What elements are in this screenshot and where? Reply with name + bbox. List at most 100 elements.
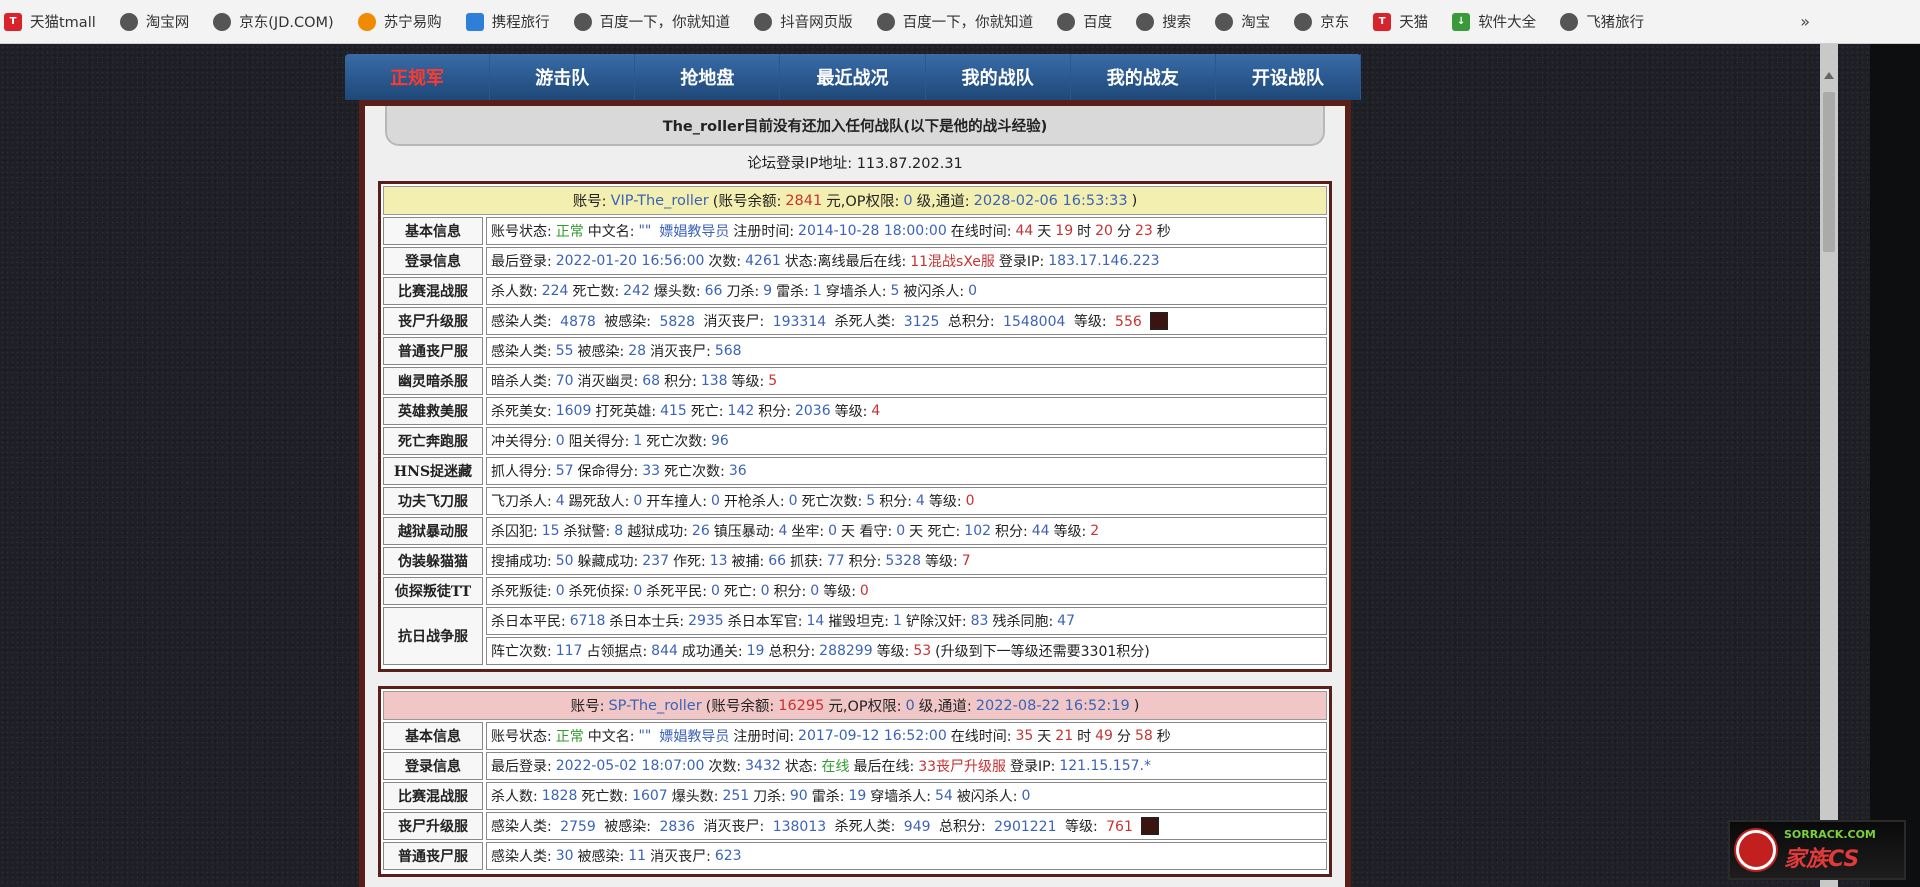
bookmark-label: 百度一下，你就知道 bbox=[902, 15, 1034, 31]
login-count-label: 次数: bbox=[708, 759, 742, 775]
basic-cn-quote: "" bbox=[638, 728, 652, 744]
scroll-thumb[interactable] bbox=[1823, 92, 1835, 252]
row-cells: 杀囚犯: 15 杀狱警: 8 越狱成功: 26 镇压暴动: 4 坐牢: 0天 看… bbox=[486, 517, 1327, 545]
forum-ip-value: 113.87.202.31 bbox=[856, 156, 963, 172]
bookmark-item[interactable]: 淘宝网 bbox=[119, 11, 190, 32]
stat-cell: 抓人得分: 57 保命得分: 33 死亡次数: 36 bbox=[486, 457, 1327, 485]
row-cells: 感染人类: 30 被感染: 11 消灭丧尸: 623 bbox=[486, 842, 1327, 870]
row-label: 比赛混战服 bbox=[383, 277, 483, 305]
header-op: 0 bbox=[903, 192, 913, 209]
basic-cn-label: 中文名: bbox=[587, 729, 635, 745]
basic-reg-label: 注册时间: bbox=[733, 729, 795, 745]
login-login-ip: 121.15.157.* bbox=[1059, 758, 1151, 774]
bookmark-item[interactable]: 苏宁易购 bbox=[357, 11, 442, 32]
online-minutes: 20 bbox=[1095, 223, 1113, 239]
stat-cell: 飞刀杀人: 4 踢死敌人: 0 开车撞人: 0 开枪杀人: 0 死亡次数: 5 … bbox=[486, 487, 1327, 515]
nav-tab[interactable]: 抢地盘 bbox=[635, 54, 781, 100]
stat-cell: 暗杀人类: 70 消灭幽灵: 68 积分: 138 等级: 5 bbox=[486, 367, 1327, 395]
row-cells: 杀死叛徒: 0 杀死侦探: 0 杀死平民: 0 死亡: 0 积分: 0 等级: … bbox=[486, 577, 1327, 605]
header-op-unit: 级, bbox=[918, 699, 938, 715]
basic-reg: 2014-10-28 18:00:00 bbox=[798, 223, 947, 239]
stat-text: 感染人类: 2759 被感染: 2836 消灭丧尸: 138013 杀死人类: … bbox=[491, 819, 1133, 835]
bookmark-label: 天猫 bbox=[1399, 15, 1429, 31]
row-cells: 杀人数: 1828 死亡数: 1607 爆头数: 251 刀杀: 90 雷杀: … bbox=[486, 782, 1327, 810]
stat-cell: 冲关得分: 0 阻关得分: 1 死亡次数: 96 bbox=[486, 427, 1327, 455]
tmall-icon: T bbox=[4, 12, 22, 31]
row-cells: 抓人得分: 57 保命得分: 33 死亡次数: 36 bbox=[486, 457, 1327, 485]
nav-tab[interactable]: 正规军 bbox=[345, 54, 491, 100]
row-label: 幽灵暗杀服 bbox=[383, 367, 483, 395]
time-unit: 时 bbox=[1077, 729, 1092, 745]
bookmarks-more-button[interactable]: » bbox=[1800, 12, 1810, 31]
row-cells: 杀死美女: 1609 打死英雄: 415 死亡: 142 积分: 2036 等级… bbox=[486, 397, 1327, 425]
bookmark-item[interactable]: 抖音网页版 bbox=[754, 11, 853, 32]
suning-icon bbox=[357, 12, 376, 31]
scrollbar[interactable] bbox=[1820, 44, 1838, 887]
bookmark-item[interactable]: 京东 bbox=[1294, 11, 1349, 32]
account-vip: 账号: VIP-The_roller (账号余额: 2841 元, OP权限: 0 级, 通道:… bbox=[378, 181, 1332, 672]
account-header: 账号: SP-The_roller (账号余额: 16295 元, OP权限: 0 级, 通道:… bbox=[383, 691, 1327, 720]
login-last-label: 最后登录: bbox=[491, 759, 552, 775]
nav-tab[interactable]: 我的战友 bbox=[1071, 54, 1216, 100]
bookmark-item[interactable]: 搜索 bbox=[1136, 11, 1191, 32]
login-last: 2022-01-20 16:56:00 bbox=[555, 253, 705, 269]
header-op-unit: 级, bbox=[916, 194, 936, 210]
row-label: 侦探叛徒TT bbox=[383, 577, 483, 605]
bookmark-label: 淘宝网 bbox=[145, 15, 190, 31]
nav-tab[interactable]: 最近战况 bbox=[780, 54, 926, 100]
login-count-label: 次数: bbox=[708, 254, 742, 270]
basic-cn: 嫖娼教导员 bbox=[659, 224, 730, 240]
row-cells: 感染人类: 55 被感染: 28 消灭丧尸: 568 bbox=[486, 337, 1327, 365]
login-count: 3432 bbox=[745, 758, 781, 774]
bookmark-label: 京东(JD.COM) bbox=[239, 15, 334, 31]
time-unit: 天 bbox=[1037, 224, 1052, 240]
stat-cell: 感染人类: 55 被感染: 28 消灭丧尸: 568 bbox=[486, 337, 1327, 365]
basic-cn-label: 中文名: bbox=[587, 224, 635, 240]
login-last-online-label: 最后在线: bbox=[845, 254, 907, 270]
bookmark-item[interactable]: 携程旅行 bbox=[465, 11, 550, 32]
nav-tab[interactable]: 我的战队 bbox=[926, 54, 1071, 100]
bookmark-item[interactable]: T 天猫tmall bbox=[4, 11, 96, 32]
bookmark-item[interactable]: 百度一下，你就知道 bbox=[573, 11, 730, 32]
header-channel: 2022-08-22 16:52:19 bbox=[975, 697, 1130, 714]
stat-cell: 杀死叛徒: 0 杀死侦探: 0 杀死平民: 0 死亡: 0 积分: 0 等级: … bbox=[486, 577, 1327, 605]
kangri-line1: 杀日本平民: 6718 杀日本士兵: 2935 杀日本军官: 14 摧毁坦克: … bbox=[486, 607, 1327, 635]
header-channel-label: 通道: bbox=[935, 194, 970, 210]
header-account: SP-The_roller bbox=[608, 697, 702, 714]
site-watermark: SORRACK.COM 家族CS bbox=[1728, 820, 1906, 880]
header-close: ) bbox=[1133, 697, 1140, 714]
row-label: 死亡奔跑服 bbox=[383, 427, 483, 455]
nav-tab[interactable]: 开设战队 bbox=[1216, 54, 1361, 100]
stat-row: 比赛混战服 杀人数: 1828 死亡数: 1607 爆头数: 251 刀杀: 90… bbox=[383, 782, 1327, 810]
globe-icon bbox=[213, 12, 232, 31]
window-edge bbox=[1870, 44, 1920, 887]
bookmark-label: 软件大全 bbox=[1478, 15, 1537, 31]
scroll-up-icon[interactable] bbox=[1824, 72, 1834, 79]
header-channel: 2028-02-06 16:53:33 bbox=[973, 192, 1128, 209]
bookmark-item[interactable]: 百度一下，你就知道 bbox=[876, 11, 1034, 32]
header-balance-unit: 元, bbox=[826, 194, 846, 210]
row-label: 功夫飞刀服 bbox=[383, 487, 483, 515]
nav-tab[interactable]: 游击队 bbox=[490, 54, 636, 100]
bookmark-item[interactable]: 飞猪旅行 bbox=[1560, 11, 1644, 32]
stat-row: 英雄救美服 杀死美女: 1609 打死英雄: 415 死亡: 142 积分: 20… bbox=[383, 397, 1327, 425]
row-cells: 暗杀人类: 70 消灭幽灵: 68 积分: 138 等级: 5 bbox=[486, 367, 1327, 395]
bookmarks-bar: T 天猫tmall 淘宝网 京东(JD.COM) 苏宁易购 携程旅行 百度一下，你就知道 抖音… bbox=[0, 0, 1920, 44]
stat-row: 幽灵暗杀服 暗杀人类: 70 消灭幽灵: 68 积分: 138 等级: 5 bbox=[383, 367, 1327, 395]
time-unit: 秒 bbox=[1156, 224, 1171, 240]
kangri-line2: 阵亡次数: 117 占领据点: 844 成功通关: 19 总积分: 288299… bbox=[486, 637, 1327, 665]
bookmark-item[interactable]: 京东(JD.COM) bbox=[213, 11, 334, 32]
login-info-cell: 最后登录: 2022-01-20 16:56:00 次数: 4261 状态: 离线 最后在线… bbox=[486, 247, 1327, 275]
bookmark-item[interactable]: 百度 bbox=[1057, 11, 1112, 32]
stat-row: 普通丧尸服 感染人类: 30 被感染: 11 消灭丧尸: 623 bbox=[383, 842, 1327, 870]
login-last: 2022-05-02 18:07:00 bbox=[555, 758, 705, 774]
row-label: 登录信息 bbox=[383, 752, 483, 780]
bookmark-item[interactable]: 淘宝 bbox=[1215, 11, 1270, 32]
row-cells: 账号状态: 正常 中文名: "" 嫖娼教导员 注册时间: 2014-10-28 18:00:… bbox=[486, 217, 1327, 245]
row-label: 英雄救美服 bbox=[383, 397, 483, 425]
basic-status-label: 账号状态: bbox=[491, 729, 552, 745]
account-sp: 账号: SP-The_roller (账号余额: 16295 元, OP权限: 0 级, 通道:… bbox=[378, 686, 1332, 877]
bookmark-item[interactable]: ↓ 软件大全 bbox=[1452, 11, 1536, 32]
basic-info-cell: 账号状态: 正常 中文名: "" 嫖娼教导员 注册时间: 2014-10-28 18:00:… bbox=[486, 217, 1327, 245]
bookmark-item[interactable]: T 天猫 bbox=[1373, 11, 1428, 32]
